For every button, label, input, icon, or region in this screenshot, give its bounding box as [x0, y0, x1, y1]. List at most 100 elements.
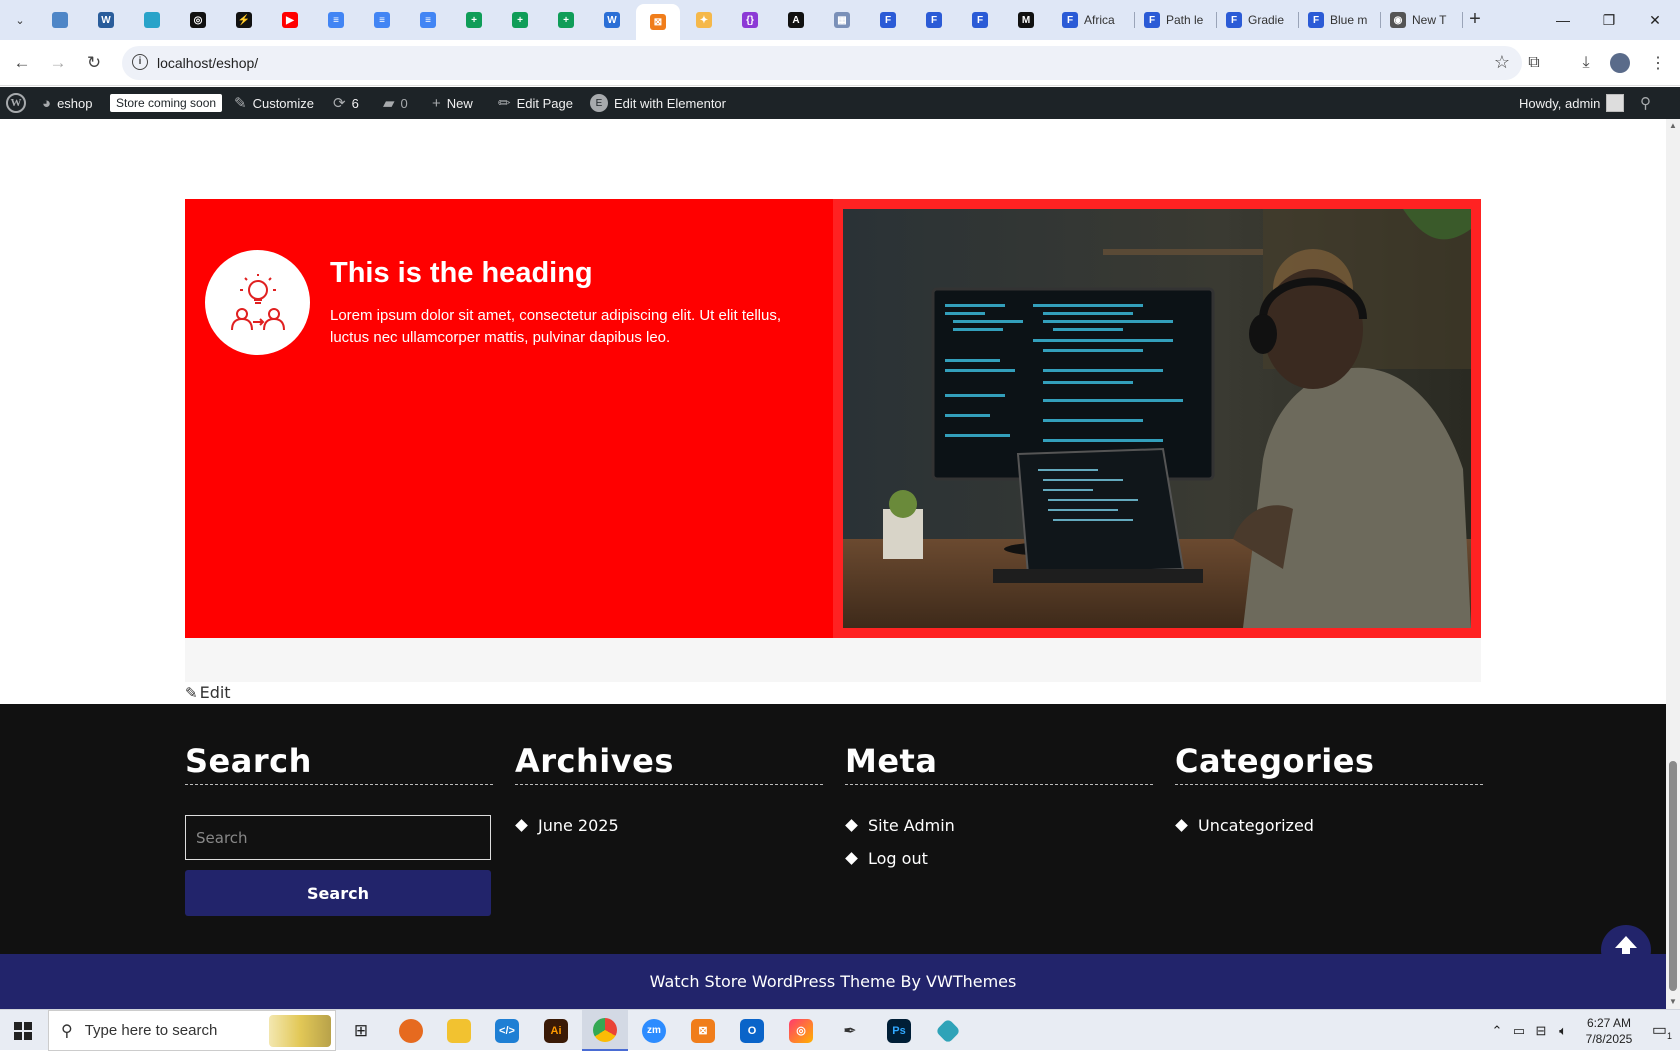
comments-link[interactable]: ▰ 0 — [383, 87, 408, 119]
browser-tab[interactable]: F — [912, 6, 956, 34]
photoshop-icon[interactable]: Ps — [876, 1010, 922, 1051]
chevron-up-icon[interactable]: ⌃ — [1486, 1023, 1508, 1039]
browser-tab[interactable]: F — [958, 6, 1002, 34]
wordpress-logo-icon[interactable]: W — [6, 87, 26, 119]
browser-tab[interactable]: ◉ New T — [1380, 6, 1462, 34]
windows-start-icon[interactable] — [0, 1010, 46, 1051]
browser-tab[interactable]: + — [544, 6, 588, 34]
browser-tab[interactable]: ✦ — [682, 6, 726, 34]
browser-tab[interactable]: W — [590, 6, 634, 34]
elementor-icon: E — [590, 94, 608, 112]
browser-tab[interactable]: ≡ — [406, 6, 450, 34]
volume-icon[interactable]: 🔈︎ — [1552, 1023, 1574, 1039]
browser-tab[interactable]: F Gradie — [1216, 6, 1298, 34]
zoom-icon[interactable]: zm — [631, 1010, 677, 1051]
network-icon[interactable]: ⊟ — [1530, 1023, 1552, 1039]
browser-tab[interactable]: ◎ — [176, 6, 220, 34]
tab-title: Blue m — [1330, 13, 1368, 27]
docs-icon: ≡ — [328, 12, 344, 28]
task-view-icon[interactable]: ⊞ — [338, 1010, 384, 1051]
edit-page-link[interactable]: ✏ Edit Page — [498, 87, 573, 119]
url-text[interactable]: localhost/eshop/ — [157, 55, 258, 71]
browser-tab[interactable]: ≡ — [314, 6, 358, 34]
edit-with-elementor-link[interactable]: E Edit with Elementor — [590, 87, 726, 119]
taskbar-search-box[interactable]: ⚲ Type here to search — [48, 1010, 336, 1051]
browser-tab[interactable]: + — [498, 6, 542, 34]
file-explorer-icon[interactable] — [436, 1010, 482, 1051]
tab-search-icon[interactable]: ⌄ — [8, 8, 32, 32]
site-info-icon[interactable]: i — [132, 54, 148, 70]
notification-icon[interactable]: ▭1 — [1644, 1020, 1680, 1041]
taskbar-clock[interactable]: 6:27 AM 7/8/2025 — [1574, 1015, 1644, 1047]
edit-link[interactable]: ✎ Edit — [185, 683, 231, 702]
search-input[interactable] — [185, 815, 491, 860]
bookmark-star-icon[interactable]: ☆ — [1494, 52, 1510, 73]
updates-count: 6 — [351, 95, 359, 111]
copyright-text[interactable]: Watch Store WordPress Theme By VWThemes — [650, 972, 1017, 991]
scrollbar-thumb[interactable] — [1669, 761, 1677, 991]
forward-arrow-icon[interactable]: → — [44, 50, 72, 76]
search-icon[interactable]: ⚲ — [1640, 87, 1651, 119]
updates-link[interactable]: ⟳ 6 — [333, 87, 359, 119]
archive-item[interactable]: June 2025 — [515, 809, 823, 842]
page-scrollbar[interactable]: ▲ ▼ — [1666, 119, 1680, 1009]
extensions-icon[interactable]: ⧉ — [1520, 50, 1548, 76]
reload-icon[interactable]: ↻ — [80, 50, 108, 76]
scroll-down-icon[interactable]: ▼ — [1669, 997, 1677, 1006]
creative-cloud-icon[interactable]: ◎ — [778, 1010, 824, 1051]
download-icon[interactable]: ⤓ — [1572, 50, 1600, 76]
scroll-up-icon[interactable]: ▲ — [1669, 121, 1677, 130]
browser-tab[interactable]: {} — [728, 6, 772, 34]
browser-tab[interactable]: F Path le — [1134, 6, 1216, 34]
browser-tab[interactable]: ≡ — [360, 6, 404, 34]
browser-tab[interactable]: F Africa — [1052, 6, 1134, 34]
browser-tab[interactable]: F Blue m — [1298, 6, 1380, 34]
browser-tab[interactable]: F — [866, 6, 910, 34]
search-button[interactable]: Search — [185, 870, 491, 916]
browser-tab[interactable] — [38, 6, 82, 34]
category-item[interactable]: Uncategorized — [1175, 809, 1483, 842]
battery-icon[interactable]: ▭ — [1508, 1023, 1530, 1039]
close-icon[interactable]: ✕ — [1632, 6, 1678, 34]
browser-tab[interactable]: + — [452, 6, 496, 34]
categories-widget: Categories Uncategorized — [1175, 742, 1483, 842]
chrome-icon[interactable] — [582, 1010, 628, 1051]
browser-tab[interactable]: W — [84, 6, 128, 34]
meta-item-log-out[interactable]: Log out — [845, 842, 1153, 875]
new-content-link[interactable]: + New — [432, 87, 473, 119]
customize-link[interactable]: ✎ Customize — [234, 87, 314, 119]
browser-tab[interactable]: ▦ — [820, 6, 864, 34]
sheets-icon: + — [558, 12, 574, 28]
menu-kebab-icon[interactable]: ⋮ — [1644, 50, 1672, 76]
feature-description: Lorem ipsum dolor sit amet, consectetur … — [330, 307, 782, 346]
browser-tab[interactable]: A — [774, 6, 818, 34]
clock-date: 7/8/2025 — [1585, 1031, 1633, 1046]
developer-photo — [843, 209, 1471, 628]
edit-icon: ✎ — [185, 683, 198, 702]
address-bar[interactable]: i localhost/eshop/ ☆ — [122, 46, 1522, 80]
xampp-icon[interactable]: ⊠ — [680, 1010, 726, 1051]
browser-tab[interactable] — [130, 6, 174, 34]
minimize-icon[interactable]: — — [1540, 6, 1586, 34]
restore-icon[interactable]: ❐ — [1586, 6, 1632, 34]
new-tab-button[interactable]: + — [1462, 8, 1488, 32]
browser-tab[interactable]: M — [1004, 6, 1048, 34]
app-diamond-icon[interactable] — [925, 1010, 971, 1051]
profile-avatar[interactable] — [1606, 50, 1634, 76]
tab-title: Africa — [1084, 13, 1115, 27]
edge-icon — [52, 12, 68, 28]
store-status-badge[interactable]: Store coming soon — [110, 87, 223, 119]
my-account-link[interactable]: Howdy, admin — [1519, 87, 1625, 119]
system-tray: ⌃ ▭ ⊟ 🔈︎ 6:27 AM 7/8/2025 ▭1 — [1486, 1010, 1680, 1051]
site-name-link[interactable]: ◕ eshop — [42, 87, 92, 119]
vscode-icon[interactable]: </> — [484, 1010, 530, 1051]
browser-tab[interactable]: ⚡ — [222, 6, 266, 34]
illustrator-icon[interactable]: Ai — [533, 1010, 579, 1051]
browser-tab[interactable]: ▶ — [268, 6, 312, 34]
outlook-icon[interactable]: O — [729, 1010, 775, 1051]
pen-tool-icon[interactable]: ✒ — [827, 1010, 873, 1051]
browser-tab[interactable]: ⊠ — [636, 4, 680, 40]
firefox-icon[interactable] — [388, 1010, 434, 1051]
back-arrow-icon[interactable]: ← — [8, 50, 36, 76]
meta-item-site-admin[interactable]: Site Admin — [845, 809, 1153, 842]
